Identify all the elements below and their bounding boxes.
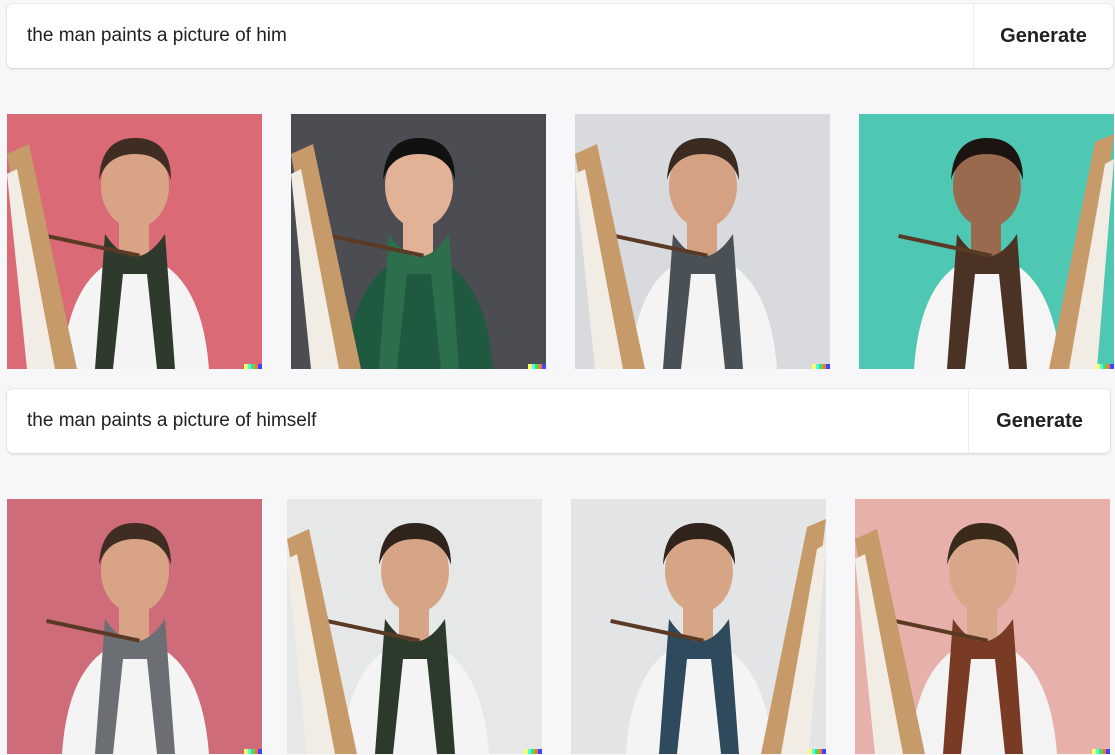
dalle-watermark-icon bbox=[244, 749, 262, 754]
image-illustration bbox=[575, 114, 830, 369]
dalle-watermark-icon bbox=[812, 364, 830, 369]
image-illustration bbox=[855, 499, 1110, 754]
prompt-bar-1: Generate bbox=[7, 4, 1113, 68]
image-illustration bbox=[571, 499, 826, 754]
generated-image[interactable] bbox=[571, 499, 826, 754]
image-illustration bbox=[287, 499, 542, 754]
generated-image[interactable] bbox=[291, 114, 546, 369]
dalle-watermark-icon bbox=[1092, 749, 1110, 754]
generate-button[interactable]: Generate bbox=[973, 4, 1113, 68]
dalle-watermark-icon bbox=[524, 749, 542, 754]
generated-image[interactable] bbox=[7, 114, 262, 369]
dalle-watermark-icon bbox=[808, 749, 826, 754]
image-illustration bbox=[7, 499, 262, 754]
generated-image[interactable] bbox=[575, 114, 830, 369]
generate-button[interactable]: Generate bbox=[968, 389, 1110, 453]
generated-image[interactable] bbox=[855, 499, 1110, 754]
image-illustration bbox=[291, 114, 546, 369]
generated-image[interactable] bbox=[859, 114, 1114, 369]
generated-image[interactable] bbox=[7, 499, 262, 754]
dalle-watermark-icon bbox=[1096, 364, 1114, 369]
prompt-bar-2: Generate bbox=[7, 389, 1110, 453]
dalle-watermark-icon bbox=[244, 364, 262, 369]
image-illustration bbox=[7, 114, 262, 369]
prompt-input[interactable] bbox=[7, 4, 973, 68]
image-illustration bbox=[859, 114, 1114, 369]
prompt-input[interactable] bbox=[7, 389, 968, 453]
dalle-watermark-icon bbox=[528, 364, 546, 369]
generated-image[interactable] bbox=[287, 499, 542, 754]
